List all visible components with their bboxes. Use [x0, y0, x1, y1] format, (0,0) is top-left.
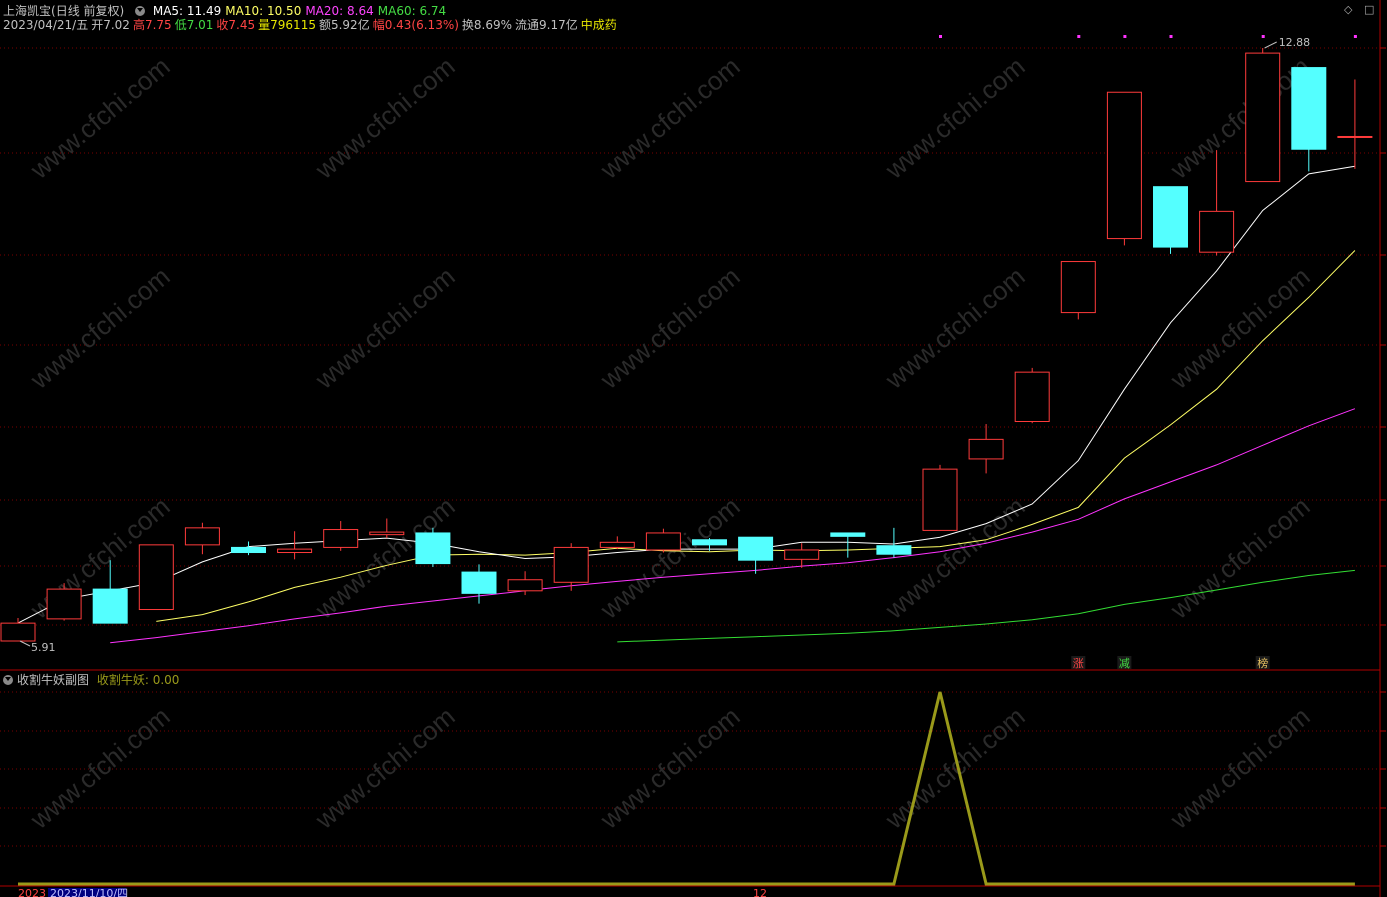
- candle-body: [461, 571, 497, 594]
- signal-dot: [1261, 35, 1265, 38]
- candle: [553, 543, 589, 591]
- watermark-text: www.cfchi.com: [594, 261, 746, 395]
- candle: [1337, 79, 1373, 169]
- candle-body: [0, 622, 36, 642]
- candle: [1106, 91, 1142, 246]
- candle: [1014, 367, 1050, 424]
- watermark-text: www.cfchi.com: [309, 701, 461, 835]
- footer-mid: 12: [753, 887, 767, 897]
- signal-dot: [1169, 35, 1173, 38]
- signal-dot: [1077, 35, 1081, 38]
- candle-body: [784, 549, 820, 560]
- watermark-text: www.cfchi.com: [594, 491, 746, 625]
- indicator-value: 收割牛妖: 0.00: [96, 673, 180, 687]
- high-label: 12.88: [1279, 36, 1311, 49]
- candle-body: [1153, 186, 1188, 248]
- signal-dot: [1353, 35, 1357, 38]
- candle-body: [692, 539, 727, 546]
- candle-body: [1106, 91, 1142, 240]
- candle: [138, 544, 174, 611]
- watermark-text: www.cfchi.com: [1164, 701, 1316, 835]
- candle: [968, 424, 1004, 474]
- watermark-text: www.cfchi.com: [879, 51, 1031, 185]
- candle-body: [184, 527, 220, 546]
- candle: [738, 536, 774, 574]
- watermark-text: www.cfchi.com: [24, 701, 176, 835]
- candle-body: [138, 544, 174, 611]
- candle-body: [738, 536, 774, 561]
- candle-body: [876, 545, 912, 555]
- watermark-text: www.cfchi.com: [1164, 261, 1316, 395]
- footer-date: 2023/11/10/四: [50, 887, 128, 897]
- candle: [323, 521, 359, 551]
- candle-body: [1060, 261, 1096, 314]
- sub-title[interactable]: 收割牛妖副图: [17, 673, 89, 687]
- candle-body: [1245, 52, 1281, 183]
- low-pointer: [19, 640, 31, 647]
- candle: [1245, 48, 1281, 183]
- candle-body: [599, 541, 635, 548]
- candle: [922, 464, 958, 531]
- candle-body: [553, 546, 589, 583]
- indicator-line: [18, 691, 1355, 886]
- watermark-text: www.cfchi.com: [24, 261, 176, 395]
- candle: [784, 543, 820, 568]
- candle: [184, 522, 220, 555]
- watermark-text: www.cfchi.com: [24, 51, 176, 185]
- watermark-text: www.cfchi.com: [1164, 491, 1316, 625]
- candle: [46, 583, 82, 621]
- candle: [507, 571, 543, 596]
- candle-body: [92, 588, 128, 624]
- sub-header: 收割牛妖副图 收割牛妖: 0.00: [3, 672, 183, 688]
- candle: [231, 541, 266, 556]
- candle: [0, 618, 36, 642]
- watermark-text: www.cfchi.com: [879, 701, 1031, 835]
- candle-body: [277, 548, 313, 554]
- signal-marker: 减: [1119, 657, 1130, 670]
- candle-body: [968, 438, 1004, 460]
- ma20-line: [110, 408, 1356, 644]
- watermark-text: www.cfchi.com: [309, 51, 461, 185]
- candle-body: [830, 532, 866, 537]
- candle-body: [1199, 210, 1235, 253]
- watermark-text: www.cfchi.com: [309, 261, 461, 395]
- low-label: 5.91: [31, 641, 56, 654]
- candle: [1060, 261, 1096, 320]
- stock-chart[interactable]: www.cfchi.com www.cfchi.com www.cfchi.com w…: [0, 0, 1387, 897]
- candle: [830, 532, 866, 558]
- candle: [599, 536, 635, 550]
- dropdown-icon[interactable]: [3, 674, 13, 685]
- watermark-text: www.cfchi.com: [879, 261, 1031, 395]
- ma60-line: [617, 569, 1355, 643]
- candle: [645, 528, 681, 553]
- candle-body: [1014, 371, 1050, 422]
- watermark-text: www.cfchi.com: [594, 51, 746, 185]
- candle-body: [415, 532, 451, 565]
- candle-body: [369, 531, 405, 536]
- signal-dot: [1123, 35, 1127, 38]
- candle-body: [323, 529, 359, 548]
- candle: [1291, 67, 1327, 172]
- signal-dot: [939, 35, 942, 38]
- candle-body: [507, 579, 543, 592]
- candle-body: [231, 546, 266, 554]
- signal-marker: 涨: [1073, 657, 1084, 670]
- candle-body: [1291, 67, 1327, 150]
- candle: [1153, 186, 1188, 254]
- high-pointer: [1264, 41, 1277, 49]
- signal-marker: 榜: [1257, 656, 1268, 670]
- candle-body: [46, 588, 82, 620]
- footer-year: 2023: [18, 887, 46, 897]
- watermark-text: www.cfchi.com: [594, 701, 746, 835]
- candle-body: [1337, 135, 1373, 138]
- candle: [277, 531, 313, 560]
- candle-body: [645, 532, 681, 551]
- candle: [415, 527, 451, 567]
- candle-body: [922, 468, 958, 531]
